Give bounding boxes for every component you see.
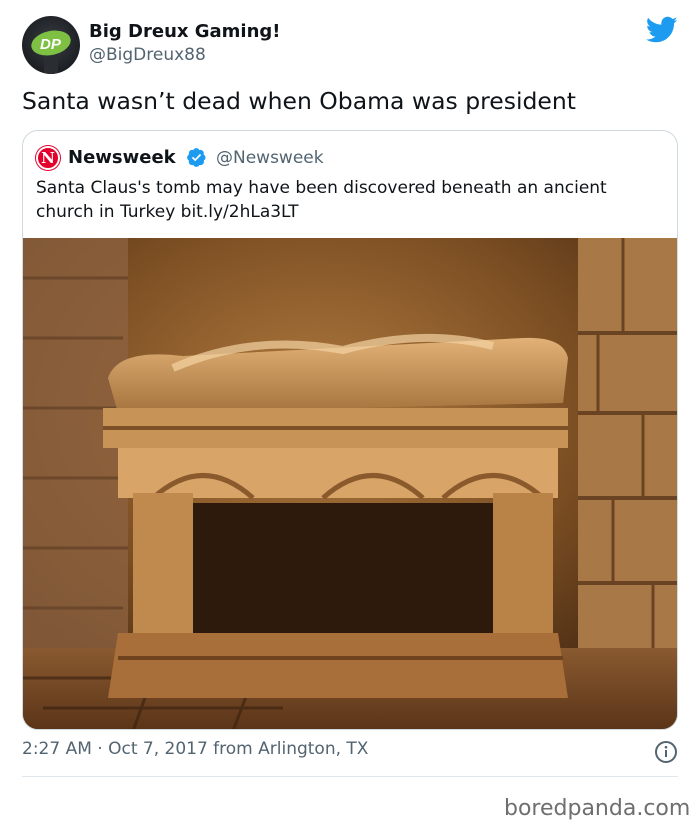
tweet-text: Santa wasn’t dead when Obama was preside… bbox=[22, 87, 576, 115]
tweet-timestamp[interactable]: 2:27 AM · Oct 7, 2017 from Arlington, TX bbox=[22, 739, 368, 759]
divider bbox=[22, 776, 678, 777]
tweet-card: DP Big Dreux Gaming! @BigDreux88 Santa w… bbox=[0, 0, 700, 831]
stone-sarcophagus-photo[interactable] bbox=[23, 238, 678, 730]
info-icon[interactable] bbox=[654, 740, 678, 764]
quoted-text: Santa Claus's tomb may have been discove… bbox=[36, 178, 607, 222]
twitter-bird-icon[interactable] bbox=[646, 16, 678, 44]
newsweek-logo-letter: N bbox=[41, 149, 55, 167]
author-handle[interactable]: @BigDreux88 bbox=[89, 45, 206, 65]
quoted-display-name[interactable]: Newsweek bbox=[68, 147, 176, 168]
newsweek-logo-icon: N bbox=[36, 146, 60, 170]
quoted-tweet[interactable]: N Newsweek @Newsweek Santa Claus's tomb … bbox=[22, 130, 678, 730]
author-avatar[interactable]: DP bbox=[22, 16, 80, 74]
dp-logo-avatar-icon: DP bbox=[31, 30, 71, 74]
author-display-name[interactable]: Big Dreux Gaming! bbox=[89, 21, 281, 42]
verified-badge-icon bbox=[187, 148, 206, 167]
watermark: boredpanda.com bbox=[504, 796, 691, 821]
svg-text:DP: DP bbox=[40, 36, 62, 53]
quoted-handle[interactable]: @Newsweek bbox=[216, 148, 324, 168]
